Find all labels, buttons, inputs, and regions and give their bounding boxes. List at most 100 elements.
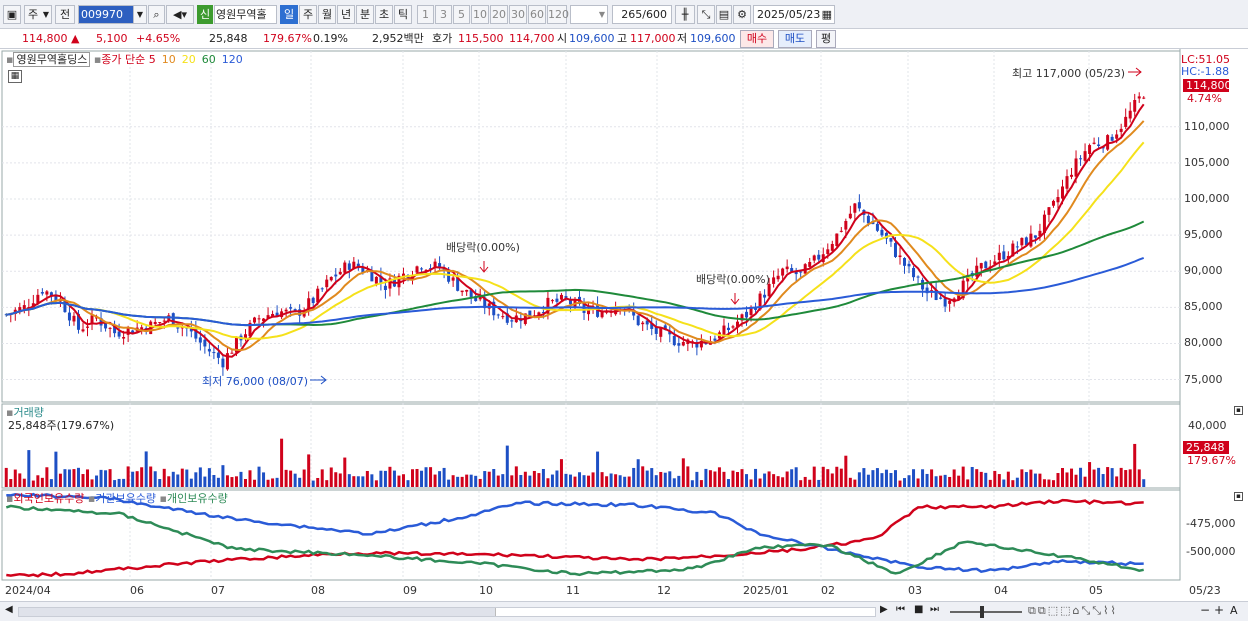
interval-120[interactable]: 120 [547, 5, 569, 24]
candle-body [848, 213, 852, 219]
buy-button[interactable]: 매수 [740, 30, 774, 48]
volume-bar [803, 476, 807, 487]
date-input[interactable]: 2025/05/23 ▦ [753, 5, 835, 24]
chart-canvas[interactable] [0, 49, 1248, 601]
volume-bar [225, 475, 229, 487]
volume-bar [582, 475, 586, 487]
ma-legend-label[interactable]: 종가 단순 [101, 53, 145, 66]
volume-bar [221, 465, 225, 487]
ma-legend-120[interactable]: 120 [222, 53, 243, 66]
market-toggle[interactable]: 전 [55, 5, 75, 24]
font-size-icon[interactable]: A [1230, 604, 1238, 617]
first-icon[interactable]: ⏮ [896, 604, 905, 615]
count-input[interactable]: 265/600 [612, 5, 672, 24]
candle-body [153, 321, 157, 325]
interval-30[interactable]: 30 [509, 5, 527, 24]
price-y-tick: 105,000 [1184, 155, 1230, 169]
candle-type-icon[interactable]: ╫ [675, 5, 695, 24]
tab-period-4[interactable]: 분 [356, 5, 374, 24]
candle-body [207, 348, 211, 352]
bid-value: 115,500 [458, 32, 504, 45]
stock-legend[interactable]: 영원무역홀딩스 [13, 52, 91, 67]
ma-legend-60[interactable]: 60 [202, 53, 216, 66]
volume-bar [848, 477, 852, 487]
ma-legend-10[interactable]: 10 [162, 53, 176, 66]
candle-body [320, 288, 324, 290]
scroll-right-icon[interactable]: ▶ [880, 604, 888, 615]
sell-button[interactable]: 매도 [778, 30, 812, 48]
candle-body [808, 262, 812, 267]
volume-bar [67, 469, 71, 487]
scrollbar-thumb[interactable] [495, 608, 875, 616]
custom-interval-input[interactable]: ▼ [570, 5, 608, 24]
volume-bar [1006, 471, 1010, 487]
stop-icon[interactable]: ■ [914, 604, 923, 615]
institution-legend[interactable]: 기관보유수량 [95, 492, 156, 505]
save-icon[interactable]: ▤ [716, 5, 732, 24]
bid-label: 호가 [432, 32, 453, 45]
volume-panel-close-icon[interactable]: ▪ [1234, 406, 1243, 415]
foreign-legend[interactable]: 외국인보유수량 [13, 492, 84, 505]
draw-tool-icon[interactable]: ⤡ [697, 5, 715, 24]
interval-10[interactable]: 10 [471, 5, 489, 24]
tab-period-6[interactable]: 틱 [394, 5, 412, 24]
tab-period-3[interactable]: 년 [337, 5, 355, 24]
volume-legend-label[interactable]: 거래량 [13, 406, 43, 419]
interval-5[interactable]: 5 [453, 5, 470, 24]
layout-icon[interactable]: ▣ [3, 5, 21, 24]
code-dropdown-icon[interactable]: ▼ [133, 5, 147, 24]
drawing-tools-icon[interactable]: ⧉⧉⬚⬚⌂⤡⤡⌇⌇ [1028, 604, 1118, 618]
market-select[interactable]: 주 ▼ [24, 5, 52, 24]
eval-button[interactable]: 평 [816, 30, 836, 48]
interval-1[interactable]: 1 [417, 5, 434, 24]
interval-60[interactable]: 60 [528, 5, 546, 24]
volume-bar [424, 467, 428, 487]
tab-period-1[interactable]: 주 [299, 5, 317, 24]
individual-legend[interactable]: 개인보유수량 [167, 492, 228, 505]
interval-20[interactable]: 20 [490, 5, 508, 24]
zoom-slider[interactable] [950, 606, 1022, 618]
volume-bar [18, 473, 22, 487]
tab-period-0[interactable]: 일 [280, 5, 298, 24]
volume-bar [650, 468, 654, 487]
candle-body [785, 266, 789, 270]
candle-body [212, 352, 216, 354]
volume-bar [40, 477, 44, 487]
interval-3[interactable]: 3 [435, 5, 452, 24]
volume-bar [420, 470, 424, 487]
speaker-icon[interactable]: ◀▾ [166, 5, 194, 24]
market-label: 주 [28, 8, 39, 21]
volume-bar [487, 471, 491, 487]
tab-period-5[interactable]: 초 [375, 5, 393, 24]
price-y-tick: 90,000 [1184, 264, 1223, 278]
volume-bar [749, 479, 753, 487]
chart-area[interactable]: ▪ 영원무역홀딩스 ▪종가 단순 5 10 20 60 120 ▦ LC:51.05 HC… [0, 49, 1248, 601]
volume-bar [794, 467, 798, 487]
ma-legend-5[interactable]: 5 [149, 53, 156, 66]
volume-bar [505, 445, 509, 487]
scroll-left-icon[interactable]: ◀ [5, 604, 13, 615]
volume-last-pct: 179.67% [1187, 454, 1236, 467]
candle-body [1083, 151, 1087, 161]
horizontal-scrollbar[interactable] [18, 607, 876, 617]
volume-bar [523, 471, 527, 487]
last-icon[interactable]: ⏭ [930, 604, 939, 615]
stock-code-input[interactable]: 009970 [78, 5, 134, 24]
chevron-down-icon: ▼ [598, 10, 605, 19]
table-icon[interactable]: ▦ [8, 70, 22, 83]
volume-bar [912, 469, 916, 487]
volume-bar [690, 480, 694, 487]
holding-y-tick-2: -500,000 [1186, 545, 1236, 558]
zoom-in-icon[interactable]: + [1214, 603, 1224, 617]
zoom-slider-handle[interactable] [980, 606, 984, 618]
calendar-icon[interactable]: ▦ [822, 6, 832, 23]
candle-body [997, 252, 1001, 261]
ma-legend-20[interactable]: 20 [182, 53, 196, 66]
gear-icon[interactable]: ⚙ [733, 5, 751, 24]
zoom-out-icon[interactable]: − [1200, 603, 1210, 617]
tab-period-2[interactable]: 월 [318, 5, 336, 24]
search-icon[interactable]: ⌕ [148, 5, 165, 24]
volume-bar [54, 451, 58, 487]
holding-panel-close-icon[interactable]: ▪ [1234, 492, 1243, 501]
volume-bar [185, 469, 189, 487]
